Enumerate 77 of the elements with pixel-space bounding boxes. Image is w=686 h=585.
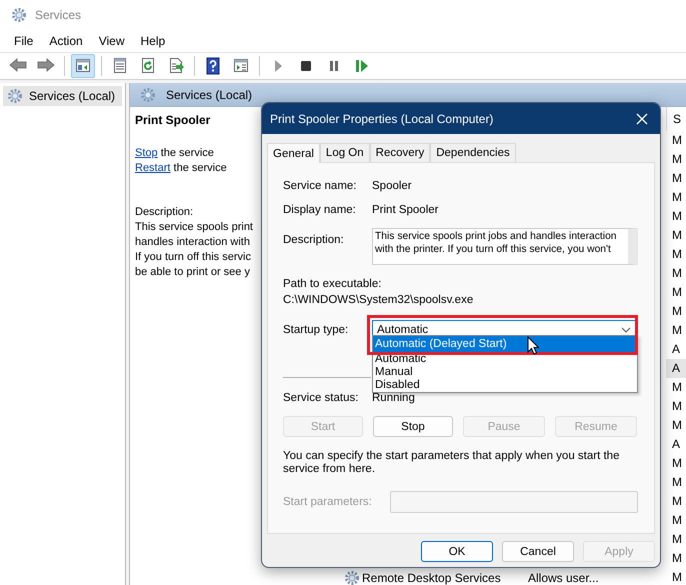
table-cell-text: M bbox=[671, 227, 683, 244]
field-label: Service name: bbox=[283, 180, 358, 192]
table-cell-text: M bbox=[671, 379, 683, 396]
path-value: C:\WINDOWS\System32\spoolsv.exe bbox=[283, 293, 474, 307]
tab[interactable]: Log On bbox=[320, 143, 370, 162]
service-title: Print Spooler bbox=[135, 113, 210, 127]
table-cell-text: M bbox=[671, 208, 683, 225]
dialog-button[interactable]: OK bbox=[421, 541, 493, 562]
description-text: If you turn off this servic bbox=[135, 250, 251, 265]
hint-text: You can specify the start parameters that apply when you start the service from here. bbox=[283, 450, 620, 476]
dialog-button[interactable]: Cancel bbox=[502, 541, 574, 562]
field-value: Running bbox=[372, 392, 415, 404]
table-cell-text: M bbox=[671, 151, 683, 168]
close-icon[interactable] bbox=[636, 112, 648, 124]
table-cell-text: M bbox=[671, 398, 683, 415]
table-cell-text: M bbox=[671, 531, 683, 548]
description-text: with the printer. If you turn off this service, you won't bbox=[375, 243, 611, 256]
table-cell-text: M bbox=[671, 246, 683, 263]
description-text: This service spools print jobs and handles interaction bbox=[375, 230, 617, 243]
menu-item[interactable]: Help bbox=[132, 34, 174, 48]
table-cell: Remote Desktop Services bbox=[362, 570, 501, 584]
field-label: Path to executable: bbox=[283, 277, 382, 291]
table-cell-text: M bbox=[671, 455, 683, 472]
table-cell-text: M bbox=[671, 569, 683, 585]
table-cell-text: A bbox=[671, 341, 682, 358]
field-value: Spooler bbox=[372, 180, 412, 192]
column-header[interactable]: S bbox=[666, 107, 686, 131]
table-cell-text: M bbox=[671, 550, 683, 567]
description-text: This service spools print bbox=[135, 220, 253, 235]
dropdown-option[interactable]: Manual bbox=[373, 366, 637, 379]
table-cell-text: M bbox=[671, 303, 683, 320]
window-title: Services bbox=[35, 8, 82, 22]
tab[interactable]: Recovery bbox=[370, 143, 430, 162]
table-cell-text: M bbox=[671, 493, 683, 510]
field-value: Print Spooler bbox=[372, 204, 438, 216]
table-cell-text: A bbox=[671, 436, 682, 453]
dropdown-option[interactable]: Automatic (Delayed Start) bbox=[373, 336, 637, 353]
table-cell: A bbox=[666, 359, 686, 378]
chevron-down-icon bbox=[621, 327, 631, 333]
menu-item[interactable]: View bbox=[90, 34, 132, 48]
gear-icon bbox=[7, 88, 23, 104]
tree-item[interactable]: Services (Local) bbox=[3, 86, 122, 106]
menu-item[interactable]: File bbox=[6, 34, 42, 48]
tab[interactable]: Dependencies bbox=[430, 143, 516, 162]
table-cell-text: M bbox=[671, 322, 683, 339]
action-link[interactable]: Restart bbox=[135, 162, 170, 174]
dialog-title: Print Spooler Properties (Local Computer) bbox=[270, 112, 494, 126]
action-link[interactable]: Stop bbox=[135, 147, 158, 159]
service-button[interactable]: Stop bbox=[373, 416, 453, 437]
console-tree-icon[interactable] bbox=[71, 54, 95, 78]
dropdown-option[interactable]: Disabled bbox=[373, 379, 637, 392]
gear-icon bbox=[344, 570, 360, 585]
action-text: Stop the service bbox=[135, 146, 215, 161]
field-label: Description: bbox=[283, 234, 345, 246]
table-cell-text: M bbox=[671, 170, 683, 187]
field-label: Start parameters: bbox=[283, 496, 373, 508]
field-label: Service status: bbox=[283, 392, 360, 404]
dropdown-option[interactable]: Automatic bbox=[373, 353, 637, 366]
table-cell-text: M bbox=[671, 417, 683, 434]
field-label: Startup type: bbox=[283, 324, 350, 336]
gear-icon bbox=[140, 86, 156, 102]
description-text: be able to print or see y bbox=[135, 265, 250, 280]
description-label: Description: bbox=[135, 205, 194, 220]
table-cell-text: M bbox=[671, 512, 683, 529]
pane-title: Services (Local) bbox=[166, 88, 252, 102]
table-cell: Allows user... bbox=[528, 570, 599, 584]
table-cell-text: M bbox=[671, 132, 683, 149]
table-cell-text: M bbox=[671, 284, 683, 301]
table-cell-text: M bbox=[671, 265, 683, 282]
menu-item[interactable]: Action bbox=[41, 34, 91, 48]
action-text: Restart the service bbox=[135, 161, 227, 176]
table-cell-text: M bbox=[671, 474, 683, 491]
gear-icon bbox=[11, 7, 27, 23]
tab[interactable]: General bbox=[267, 143, 320, 163]
table-cell-text: M bbox=[671, 189, 683, 206]
field-label: Display name: bbox=[283, 204, 357, 216]
description-text: handles interaction with bbox=[135, 235, 250, 250]
